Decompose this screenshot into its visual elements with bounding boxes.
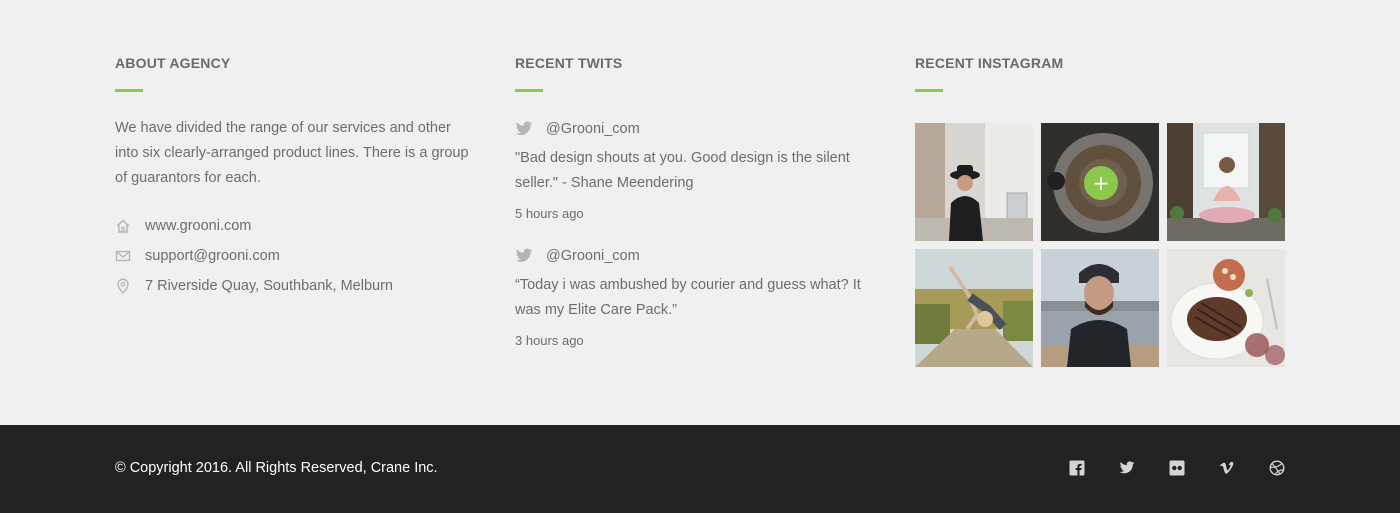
title-accent-bar <box>515 89 543 92</box>
instagram-photo-girl-handstand[interactable] <box>915 249 1033 367</box>
contact-list: www.grooni.com support@grooni.com 7 Rive… <box>115 211 475 301</box>
copyright-text: © Copyright 2016. All Rights Reserved, C… <box>115 460 438 476</box>
about-text: We have divided the range of our service… <box>115 120 469 186</box>
instagram-photo-woman-sitting[interactable] <box>1167 123 1285 241</box>
twitter-icon <box>515 121 533 137</box>
contact-email[interactable]: support@grooni.com <box>115 241 475 271</box>
about-agency-widget: ABOUT AGENCY We have divided the range o… <box>115 54 475 301</box>
tweet-item: @Grooni_com "Bad design shouts at you. G… <box>515 118 875 224</box>
twitter-icon[interactable] <box>1119 460 1135 476</box>
tweet-handle-row: @Grooni_com <box>515 245 875 267</box>
tweet-time: 5 hours ago <box>515 206 584 221</box>
home-icon <box>115 218 131 234</box>
instagram-photo-man-beanie[interactable] <box>1041 249 1159 367</box>
contact-address: 7 Riverside Quay, Southbank, Melburn <box>115 271 475 301</box>
contact-address-label: 7 Riverside Quay, Southbank, Melburn <box>145 278 393 294</box>
tweet-handle-row: @Grooni_com <box>515 118 875 140</box>
twits-widget-title: RECENT TWITS <box>515 55 623 71</box>
instagram-widget-title: RECENT INSTAGRAM <box>915 55 1064 71</box>
contact-website-label: www.grooni.com <box>145 218 252 234</box>
title-accent-bar <box>915 89 943 92</box>
footer-bottom-bar: © Copyright 2016. All Rights Reserved, C… <box>0 425 1400 513</box>
instagram-photo-woman-in-hat[interactable] <box>915 123 1033 241</box>
vimeo-icon[interactable] <box>1219 460 1235 476</box>
about-widget-title: ABOUT AGENCY <box>115 55 231 71</box>
tweet-handle-link[interactable]: @Grooni_com <box>546 121 640 137</box>
tweet-text: “Today i was ambushed by courier and gue… <box>515 277 861 318</box>
recent-twits-widget: RECENT TWITS @Grooni_com "Bad design sho… <box>515 54 875 351</box>
contact-email-label: support@grooni.com <box>145 248 280 264</box>
recent-instagram-widget: RECENT INSTAGRAM + <box>915 54 1285 367</box>
contact-website[interactable]: www.grooni.com <box>115 211 475 241</box>
facebook-icon[interactable] <box>1069 460 1085 476</box>
location-pin-icon <box>115 278 131 294</box>
social-links <box>1069 460 1285 476</box>
dribbble-icon[interactable] <box>1269 460 1285 476</box>
twitter-icon <box>515 248 533 264</box>
instagram-photo-steak[interactable] <box>1167 249 1285 367</box>
instagram-grid: + <box>915 123 1285 367</box>
instagram-photo-coffee[interactable]: + <box>1041 123 1159 241</box>
flickr-icon[interactable] <box>1169 460 1185 476</box>
footer-widgets: ABOUT AGENCY We have divided the range o… <box>0 0 1400 425</box>
tweet-text: "Bad design shouts at you. Good design i… <box>515 150 850 191</box>
tweet-item: @Grooni_com “Today i was ambushed by cou… <box>515 245 875 351</box>
title-accent-bar <box>115 89 143 92</box>
tweet-time: 3 hours ago <box>515 333 584 348</box>
tweet-handle-link[interactable]: @Grooni_com <box>546 248 640 264</box>
plus-icon[interactable]: + <box>1084 166 1118 200</box>
mail-icon <box>115 248 131 264</box>
